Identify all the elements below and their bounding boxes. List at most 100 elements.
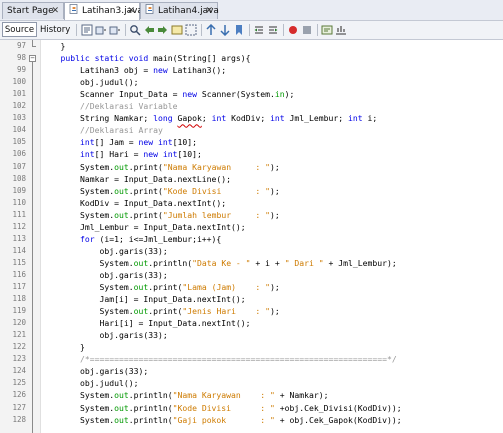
code-line[interactable]: Jml_Lembur = Input_Data.nextInt(); <box>41 221 246 233</box>
line-number: 122 <box>12 342 26 352</box>
code-line[interactable]: obj.garis(33); <box>41 269 167 281</box>
code-line[interactable]: } <box>41 40 65 52</box>
code-token: int <box>157 137 173 148</box>
find-previous-icon[interactable] <box>143 24 155 36</box>
code-token: System. <box>41 257 134 268</box>
code-line[interactable]: System.out.print("Lama (Jam) : "); <box>41 281 279 293</box>
code-line[interactable]: for (i=1; i<=Jml_Lembur;i++){ <box>41 233 221 245</box>
fold-end-marker <box>32 46 36 47</box>
code-token: KodDiv; <box>226 113 271 124</box>
code-token: out <box>133 306 149 317</box>
find-icon[interactable] <box>129 24 141 36</box>
code-line[interactable]: obj.judul(); <box>41 377 139 389</box>
toggle-rect-selection-icon[interactable] <box>185 24 197 36</box>
code-token: obj.judul(); <box>41 77 139 88</box>
code-line[interactable]: System.out.println("Gaji pokok : " + obj… <box>41 414 402 426</box>
tab-latihan3[interactable]: Latihan3.java ✕ <box>64 2 143 20</box>
previous-bookmark-icon[interactable] <box>205 24 217 36</box>
code-token: main(String[] args){ <box>148 53 251 64</box>
code-line[interactable]: //Deklarasi Array <box>41 124 163 136</box>
line-number: 112 <box>12 221 26 231</box>
code-line[interactable]: System.out.print("Jumlah lembur : "); <box>41 209 280 221</box>
code-token: public static void <box>60 53 149 64</box>
code-line[interactable]: int[] Jam = new int[10]; <box>41 136 197 148</box>
code-editor[interactable]: 97 98 99 100 101 102 103 104 105 106 107 108 109 110 1… <box>0 40 503 433</box>
comment-icon[interactable] <box>321 24 333 36</box>
start-macro-recording-icon[interactable] <box>287 24 299 36</box>
code-line[interactable]: obj.judul(); <box>41 76 139 88</box>
code-token: new <box>153 65 168 76</box>
code-line[interactable]: System.out.println("Data Ke - " + i + " … <box>41 257 396 269</box>
code-token: for <box>79 233 95 244</box>
fold-collapse-icon[interactable]: − <box>29 54 36 62</box>
tab-latihan4[interactable]: Latihan4.java ✕ <box>140 2 219 20</box>
next-bookmark-icon[interactable] <box>219 24 231 36</box>
code-line[interactable]: public static void main(String[] args){ <box>41 52 251 64</box>
stop-macro-recording-icon[interactable] <box>301 24 313 36</box>
code-token: ); <box>270 161 280 172</box>
code-token: int <box>79 137 95 148</box>
line-number: 123 <box>12 354 26 364</box>
toggle-highlight-icon[interactable] <box>171 24 183 36</box>
code-line[interactable]: System.out.print("Nama Karyawan : "); <box>41 161 280 173</box>
code-line[interactable]: System.out.print("Kode Divisi : "); <box>41 185 280 197</box>
code-token: .print( <box>128 161 163 172</box>
code-line[interactable]: String Namkar; long Gapok; int KodDiv; i… <box>41 112 377 124</box>
code-line[interactable]: obj.garis(33); <box>41 245 167 257</box>
source-button[interactable]: Source <box>2 22 37 37</box>
code-token: .print( <box>148 282 183 292</box>
close-icon[interactable]: ✕ <box>51 3 59 20</box>
shift-right-icon[interactable] <box>267 24 279 36</box>
line-number: 116 <box>12 269 26 279</box>
code-token: obj.garis(33); <box>41 330 168 341</box>
code-line[interactable]: System.out.print("Jenis Hari : "); <box>41 305 280 317</box>
toggle-bookmark-icon[interactable] <box>233 24 245 36</box>
code-line[interactable]: int[] Hari = new int[10]; <box>41 148 202 160</box>
toolbar-divider <box>201 24 202 36</box>
code-token: System. <box>41 402 115 413</box>
line-number: 103 <box>12 113 26 123</box>
line-number: 118 <box>12 294 26 304</box>
code-line[interactable]: //Deklarasi Variable <box>41 100 177 112</box>
code-line[interactable]: Namkar = Input_Data.nextLine(); <box>41 173 231 185</box>
code-token: [] Jam = <box>94 137 139 148</box>
code-token: [] Hari = <box>94 149 144 160</box>
code-line[interactable]: /*======================================… <box>41 353 397 365</box>
code-token: Latihan3(); <box>167 65 227 76</box>
find-next-icon[interactable] <box>157 24 169 36</box>
code-token: .print( <box>128 185 163 196</box>
code-token: ); <box>270 306 280 317</box>
close-icon[interactable]: ✕ <box>205 3 213 20</box>
code-token: Scanner Input_Data = <box>41 89 183 100</box>
code-line[interactable]: } <box>41 341 85 353</box>
last-edit-icon[interactable] <box>81 24 93 36</box>
forward-icon[interactable] <box>109 24 121 36</box>
line-number: 121 <box>12 330 26 340</box>
code-token: .println( <box>128 402 173 413</box>
code-token: obj.garis(33); <box>41 366 149 377</box>
code-token: //Deklarasi Array <box>41 125 163 136</box>
code-line[interactable]: Latihan3 obj = new Latihan3(); <box>41 64 226 76</box>
code-token: Hari[i] = Input_Data.nextInt(); <box>41 318 251 329</box>
code-token: [10]; <box>177 149 202 160</box>
code-line[interactable]: Jam[i] = Input_Data.nextInt(); <box>41 293 245 305</box>
line-number: 119 <box>12 306 26 316</box>
code-line[interactable]: Hari[i] = Input_Data.nextInt(); <box>41 317 251 329</box>
code-area[interactable]: } public static void main(String[] args)… <box>41 40 503 433</box>
shift-left-icon[interactable] <box>253 24 265 36</box>
close-icon[interactable]: ✕ <box>127 3 135 20</box>
code-line[interactable]: Scanner Input_Data = new Scanner(System.… <box>41 88 294 100</box>
uncomment-icon[interactable] <box>335 24 347 36</box>
code-line[interactable]: obj.garis(33); <box>41 329 168 341</box>
code-token: .println( <box>128 390 173 401</box>
code-line[interactable]: obj.garis(33); <box>41 365 148 377</box>
code-line[interactable]: System.out.println("Nama Karyawan : " + … <box>41 389 329 401</box>
code-line[interactable]: KodDiv = Input_Data.nextInt(); <box>41 197 226 209</box>
tab-start-page[interactable]: Start Page ✕ <box>2 2 64 19</box>
code-token: Gapok <box>177 113 202 124</box>
back-icon[interactable] <box>95 24 107 36</box>
code-line[interactable]: System.out.println("Kode Divisi : " +obj… <box>41 402 402 414</box>
history-button[interactable]: History <box>39 22 71 37</box>
line-number: 106 <box>12 149 26 159</box>
